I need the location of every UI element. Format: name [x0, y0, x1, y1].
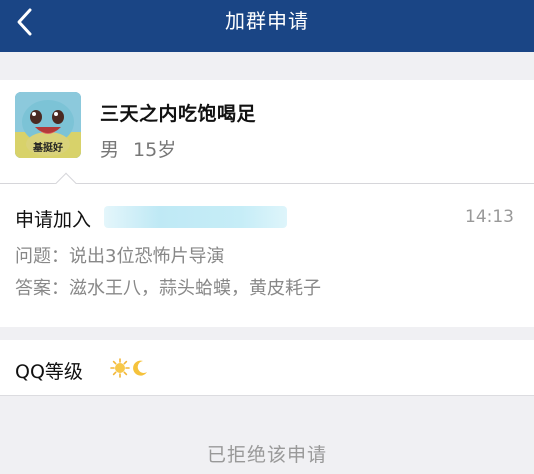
moon-icon	[133, 360, 147, 376]
request-question: 问题：说出3位恐怖片导演	[15, 246, 225, 267]
avatar[interactable]: 基挺好	[15, 92, 81, 158]
applicant-profile-card[interactable]: 基挺好 三天之内吃饱喝足 男 15岁	[0, 80, 534, 183]
page-title: 加群申请	[225, 9, 309, 33]
applicant-nickname: 三天之内吃饱喝足	[100, 103, 257, 125]
sun-icon	[110, 358, 130, 378]
request-answer: 答案：滋水王八，蒜头蛤蟆，黄皮耗子	[15, 278, 321, 299]
navigation-bar: 加群申请	[0, 0, 534, 52]
request-label: 申请加入	[15, 209, 92, 231]
request-time: 14:13	[465, 207, 514, 227]
group-name-redacted	[104, 206, 287, 228]
applicant-gender: 男	[100, 139, 120, 161]
qq-level-label: QQ等级	[15, 361, 83, 383]
applicant-age: 15岁	[133, 139, 177, 161]
request-details-card: 申请加入 14:13 问题：说出3位恐怖片导演 答案：滋水王八，蒜头蛤蟆，黄皮耗…	[0, 184, 534, 327]
applicant-meta: 男 15岁	[100, 135, 176, 162]
avatar-caption: 基挺好	[33, 143, 63, 154]
qq-level-row: QQ等级	[0, 340, 534, 396]
request-status: 已拒绝该申请	[206, 444, 327, 466]
qq-level-icons	[110, 358, 150, 378]
